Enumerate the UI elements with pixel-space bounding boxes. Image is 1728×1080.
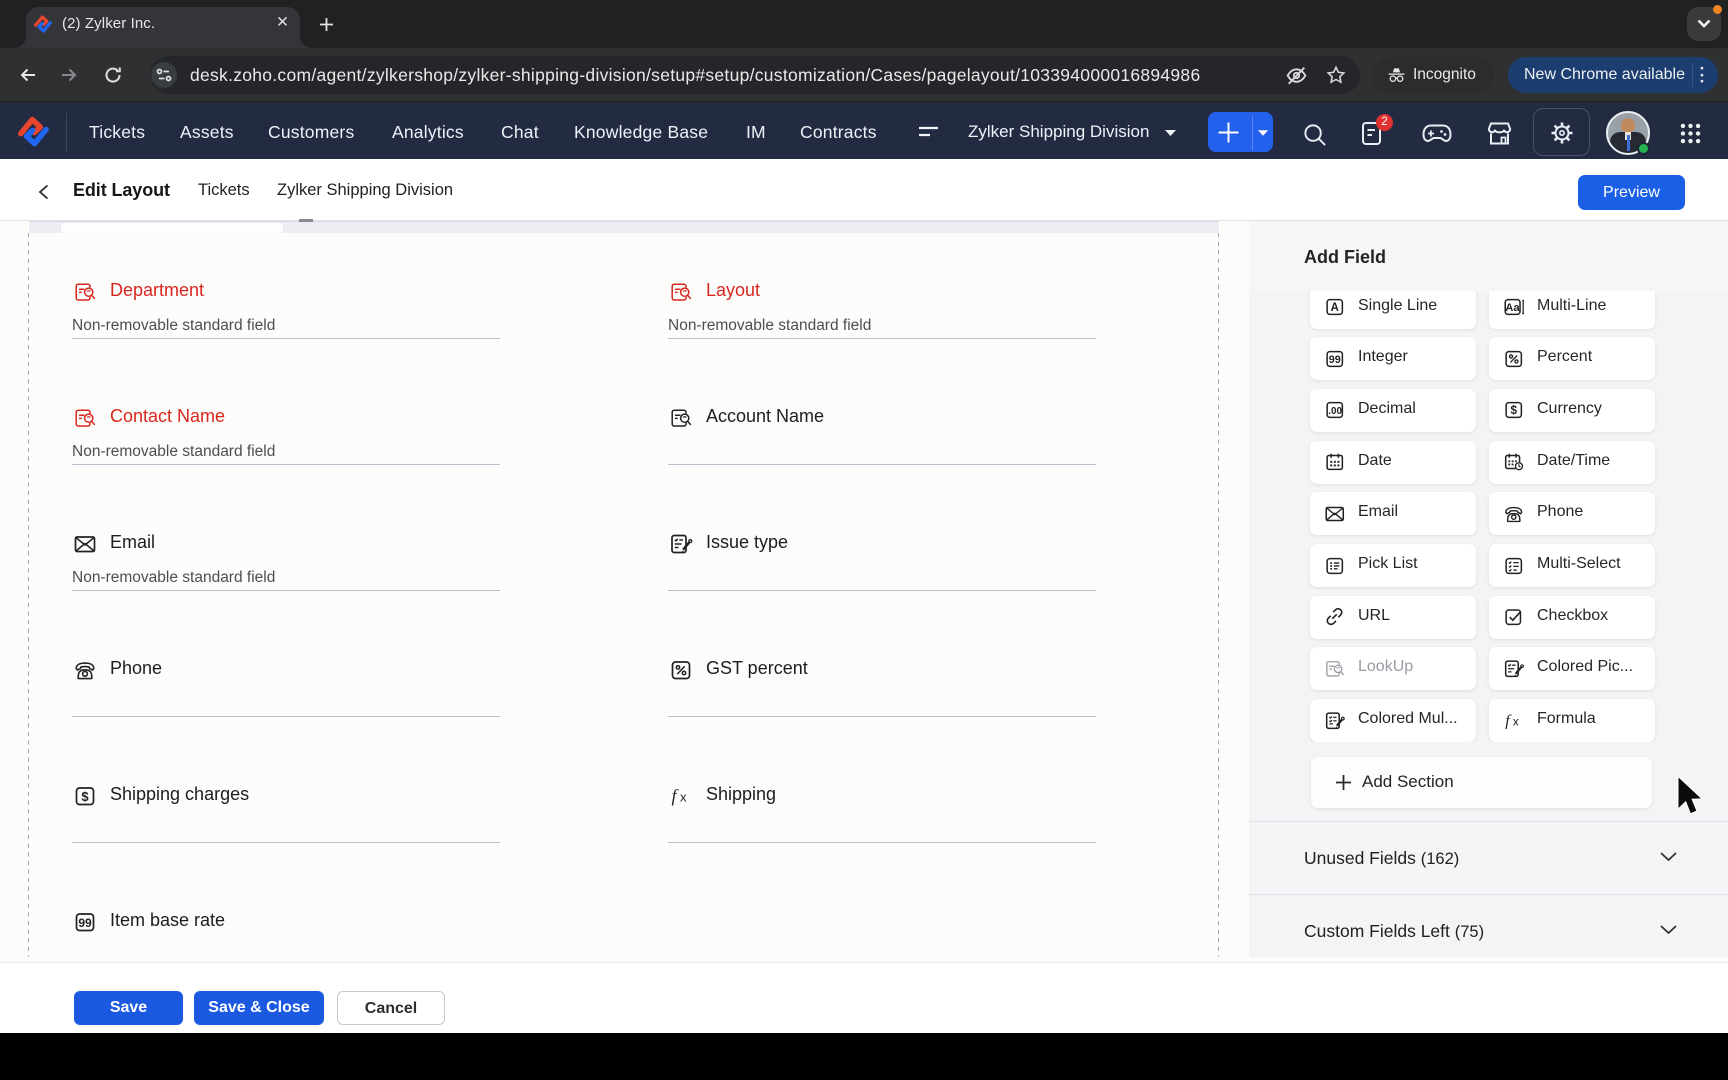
svg-text:x: x — [680, 790, 687, 805]
svg-text:99: 99 — [1329, 354, 1341, 366]
svg-text:f: f — [1505, 712, 1512, 729]
svg-text:Aa: Aa — [1505, 302, 1520, 314]
svg-text:f: f — [672, 786, 680, 806]
svg-text:$: $ — [81, 789, 89, 804]
svg-text:A: A — [1331, 301, 1340, 314]
svg-text:99: 99 — [78, 916, 92, 930]
svg-text:x: x — [1513, 715, 1519, 728]
svg-text:.00: .00 — [1328, 406, 1342, 417]
svg-text:$: $ — [1511, 405, 1518, 418]
